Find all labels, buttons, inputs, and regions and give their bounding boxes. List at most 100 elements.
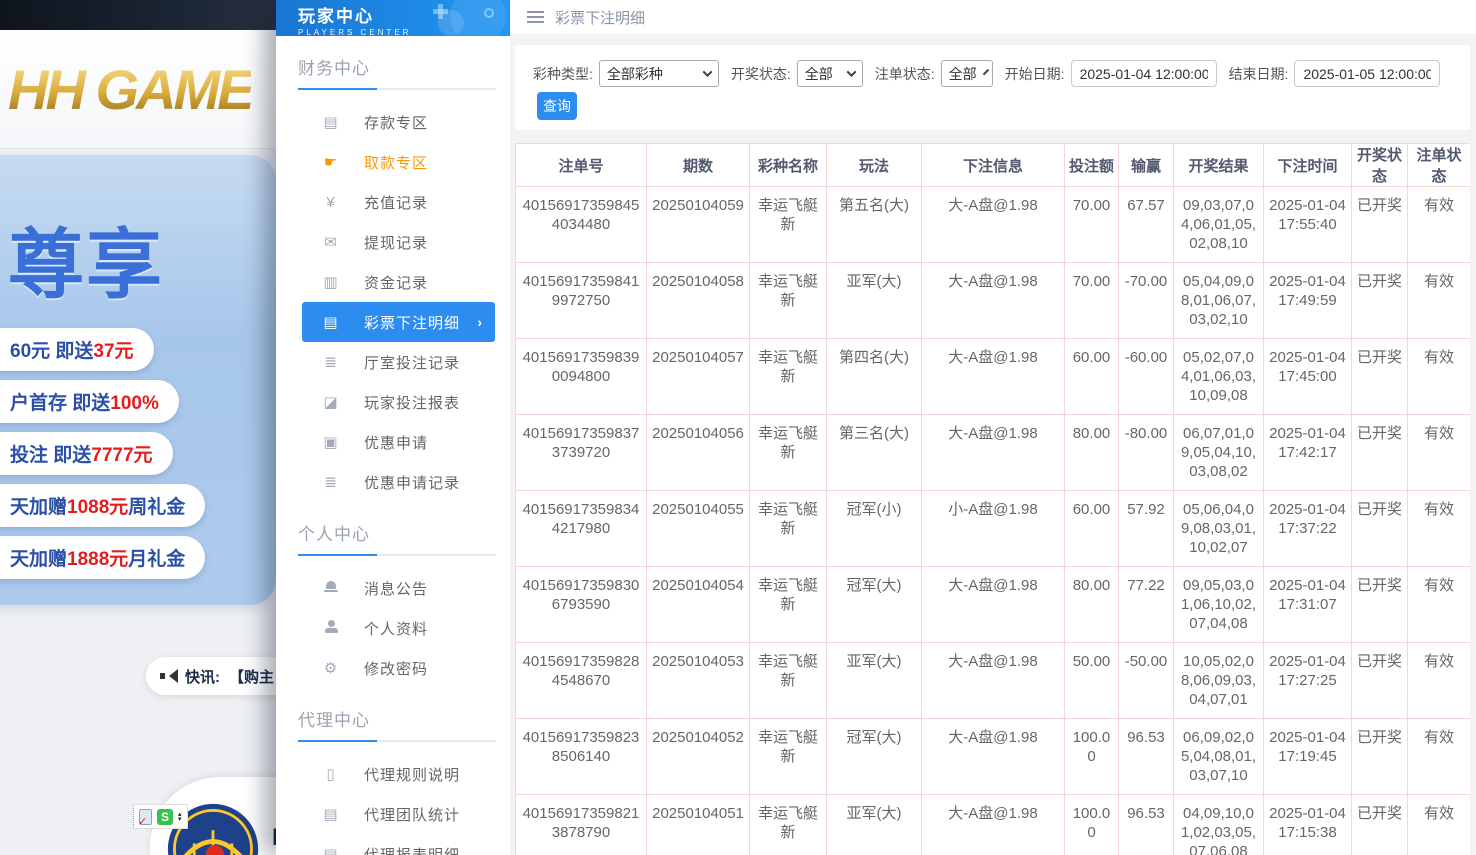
table-row: 40156917359837373972020250104056幸运飞艇新第三名… xyxy=(516,415,1471,491)
promo-banner[interactable]: 投注 即送7777元 xyxy=(0,432,173,475)
table-cell: 幸运飞艇新 xyxy=(750,491,827,567)
sidebar-item-player-bet-report[interactable]: ◪玩家投注报表 xyxy=(276,382,510,422)
table-row: 40156917359841997275020250104058幸运飞艇新亚军(… xyxy=(516,263,1471,339)
site-logo[interactable]: HH GAME xyxy=(0,57,251,122)
sidebar-item-label: 存款专区 xyxy=(364,112,428,133)
recharge-moneybag-icon: ¥ xyxy=(322,194,340,211)
column-header: 投注额 xyxy=(1065,144,1119,187)
table-cell: 第三名(大) xyxy=(827,415,922,491)
players-center-header: 玩家中心 PLAYERS CENTER xyxy=(276,0,510,36)
sidebar-item-promo-apply-record[interactable]: ≣优惠申请记录 xyxy=(276,462,510,502)
table-cell: 小-A盘@1.98 xyxy=(922,491,1065,567)
table-cell: 已开奖 xyxy=(1352,263,1408,339)
speaker-icon xyxy=(160,669,176,683)
main-content: 彩票下注明细 彩种类型: 全部彩种 开奖状态: 全部 注单状态: 全部 xyxy=(510,0,1476,855)
sidebar-item-funds-record[interactable]: ▥资金记录 xyxy=(276,262,510,302)
promo-banner[interactable]: 天加赠1888元月礼金 xyxy=(0,536,205,579)
sidebar-item-agent-rules-doc[interactable]: ▯代理规则说明 xyxy=(276,754,510,794)
start-date-input[interactable] xyxy=(1071,60,1217,87)
table-cell: 第四名(大) xyxy=(827,339,922,415)
table-cell: 已开奖 xyxy=(1352,187,1408,263)
table-cell: 大-A盘@1.98 xyxy=(922,795,1065,855)
promo-banner[interactable]: 60元 即送37元 xyxy=(0,328,154,371)
sidebar-item-withdraw-hand[interactable]: ☛取款专区 xyxy=(276,142,510,182)
sidebar-item-message-bell[interactable]: 消息公告 xyxy=(276,568,510,608)
order-status-select[interactable]: 全部 xyxy=(941,60,993,87)
sidebar-menu: 财务中心▤存款专区☛取款专区¥充值记录✉提现记录▥资金记录▤彩票下注明细›≣厅室… xyxy=(276,54,510,855)
table-cell: 60.00 xyxy=(1065,339,1119,415)
sidebar-item-label: 代理规则说明 xyxy=(364,764,460,785)
agent-report-detail-icon: ▤ xyxy=(322,845,340,855)
table-cell: 05,02,07,04,01,06,03,10,09,08 xyxy=(1174,339,1264,415)
deposit-card-icon: ▤ xyxy=(322,113,340,131)
draw-status-select[interactable]: 全部 xyxy=(797,60,863,87)
sidebar-item-change-password-gear[interactable]: ⚙修改密码 xyxy=(276,648,510,688)
table-header-row: 注单号期数彩种名称玩法下注信息投注额输赢开奖结果下注时间开奖状态注单状态 xyxy=(516,144,1471,187)
table-cell: 冠军(小) xyxy=(827,491,922,567)
bets-table: 注单号期数彩种名称玩法下注信息投注额输赢开奖结果下注时间开奖状态注单状态 401… xyxy=(515,143,1470,855)
table-cell: 2025-01-04 17:19:45 xyxy=(1264,719,1352,795)
table-cell: 401569173598284548670 xyxy=(516,643,647,719)
table-cell: 大-A盘@1.98 xyxy=(922,643,1065,719)
table-cell: 401569173598213878790 xyxy=(516,795,647,855)
sidebar-item-profile-person[interactable]: 个人资料 xyxy=(276,608,510,648)
table-cell: 亚军(大) xyxy=(827,795,922,855)
chevron-down-icon xyxy=(702,67,712,77)
table-cell: 2025-01-04 17:27:25 xyxy=(1264,643,1352,719)
promo-banner[interactable]: 天加赠1088元周礼金 xyxy=(0,484,205,527)
menu-toggle-icon[interactable] xyxy=(527,8,544,26)
withdrawal-record-icon: ✉ xyxy=(322,233,340,251)
table-row: 40156917359845403448020250104059幸运飞艇新第五名… xyxy=(516,187,1471,263)
table-cell: 有效 xyxy=(1408,795,1471,855)
sidebar-item-lottery-bet-detail[interactable]: ▤彩票下注明细› xyxy=(302,302,495,342)
table-cell: 有效 xyxy=(1408,415,1471,491)
site-top-navbar xyxy=(0,0,276,30)
sidebar-item-hall-bet-record[interactable]: ≣厅室投注记录 xyxy=(276,342,510,382)
query-button[interactable]: 查询 xyxy=(537,92,577,120)
sidebar-item-label: 代理报表明细 xyxy=(364,844,460,855)
table-row: 40156917359830679359020250104054幸运飞艇新冠军(… xyxy=(516,567,1471,643)
collapse-arrows-icon[interactable]: ▴▾ xyxy=(178,812,182,822)
table-row: 40156917359821387879020250104051幸运飞艇新亚军(… xyxy=(516,795,1471,855)
lottery-type-value: 全部彩种 xyxy=(607,64,663,84)
table-cell: -50.00 xyxy=(1119,643,1174,719)
sidebar-item-promo-apply[interactable]: ▣优惠申请 xyxy=(276,422,510,462)
chevron-down-icon xyxy=(846,67,856,77)
gamepad-dpad-icon xyxy=(433,4,448,19)
column-header: 彩种名称 xyxy=(750,144,827,187)
sidebar-item-agent-team-stats[interactable]: ▤代理团队统计 xyxy=(276,794,510,834)
profile-person-icon xyxy=(322,620,340,637)
table-cell: 20250104055 xyxy=(647,491,750,567)
table-cell: 20250104056 xyxy=(647,415,750,491)
players-center-sidebar: 玩家中心 PLAYERS CENTER 财务中心▤存款专区☛取款专区¥充值记录✉… xyxy=(276,0,510,855)
table-cell: 70.00 xyxy=(1065,187,1119,263)
table-cell: 06,07,01,09,05,04,10,03,08,02 xyxy=(1174,415,1264,491)
table-cell: 2025-01-04 17:42:17 xyxy=(1264,415,1352,491)
table-cell: 大-A盘@1.98 xyxy=(922,339,1065,415)
table-cell: -60.00 xyxy=(1119,339,1174,415)
note-check-icon[interactable] xyxy=(139,809,152,825)
lottery-type-select[interactable]: 全部彩种 xyxy=(599,60,719,87)
table-cell: 05,04,09,08,01,06,07,03,02,10 xyxy=(1174,263,1264,339)
promo-banner-text: 1088元 xyxy=(67,497,128,518)
promo-banner-text: 周礼金 xyxy=(128,497,185,518)
table-cell: 大-A盘@1.98 xyxy=(922,567,1065,643)
table-cell: 100.00 xyxy=(1065,719,1119,795)
agent-team-stats-icon: ▤ xyxy=(322,805,340,823)
sidebar-item-deposit-card[interactable]: ▤ 存款专区 xyxy=(276,102,510,142)
s-tool-icon[interactable]: S xyxy=(157,809,173,825)
promo-banner-list: 60元 即送37元户首存 即送100% 投注 即送7777元天加赠1088元周礼金… xyxy=(0,328,276,579)
sidebar-item-agent-report-detail[interactable]: ▤ 代理报表明细 xyxy=(276,834,510,855)
chevron-right-icon: › xyxy=(477,314,483,330)
table-cell: 幸运飞艇新 xyxy=(750,263,827,339)
filter-panel: 彩种类型: 全部彩种 开奖状态: 全部 注单状态: 全部 开始日期: 结束日期: xyxy=(515,45,1470,130)
table-cell: 50.00 xyxy=(1065,643,1119,719)
table-cell: 有效 xyxy=(1408,491,1471,567)
promo-banner[interactable]: 户首存 即送100% xyxy=(0,380,179,423)
sidebar-item-withdrawal-record[interactable]: ✉提现记录 xyxy=(276,222,510,262)
sidebar-item-recharge-moneybag[interactable]: ¥充值记录 xyxy=(276,182,510,222)
table-cell: 96.53 xyxy=(1119,719,1174,795)
change-password-gear-icon: ⚙ xyxy=(322,659,340,677)
end-date-input[interactable] xyxy=(1294,60,1440,87)
floating-toolbar[interactable]: S ▴▾ xyxy=(133,804,188,829)
